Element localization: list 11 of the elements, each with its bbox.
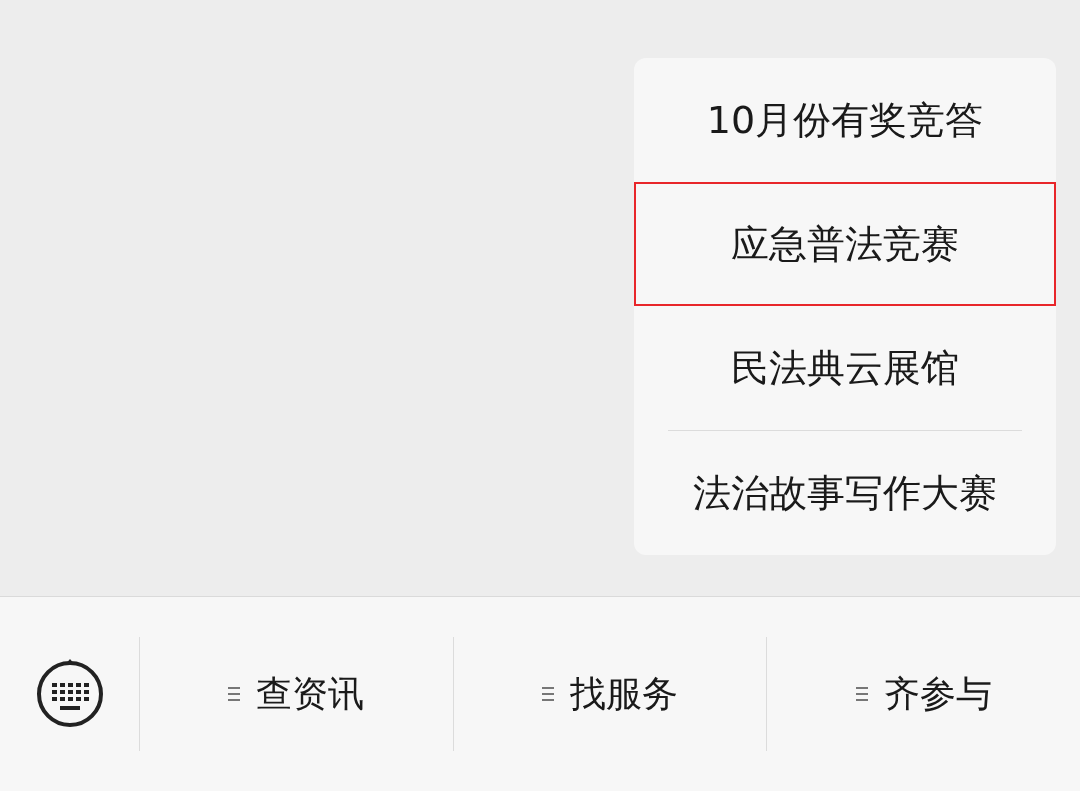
menu-tab[interactable]: 找服务 — [452, 637, 767, 751]
menu-item[interactable]: 应急普法竞赛 — [634, 182, 1056, 306]
menu-item[interactable]: 10月份有奖竞答 — [634, 58, 1056, 182]
keyboard-icon[interactable] — [34, 659, 105, 729]
menu-icon — [228, 686, 241, 702]
menu-tab[interactable]: 齐参与 — [766, 637, 1080, 751]
menu-item[interactable]: 民法典云展馆 — [634, 306, 1056, 430]
menu-tab[interactable]: 查资讯 — [139, 637, 453, 751]
menu-item[interactable]: 法治故事写作大赛 — [634, 431, 1056, 555]
menu-icon — [542, 686, 554, 702]
menu-icon — [855, 686, 868, 702]
